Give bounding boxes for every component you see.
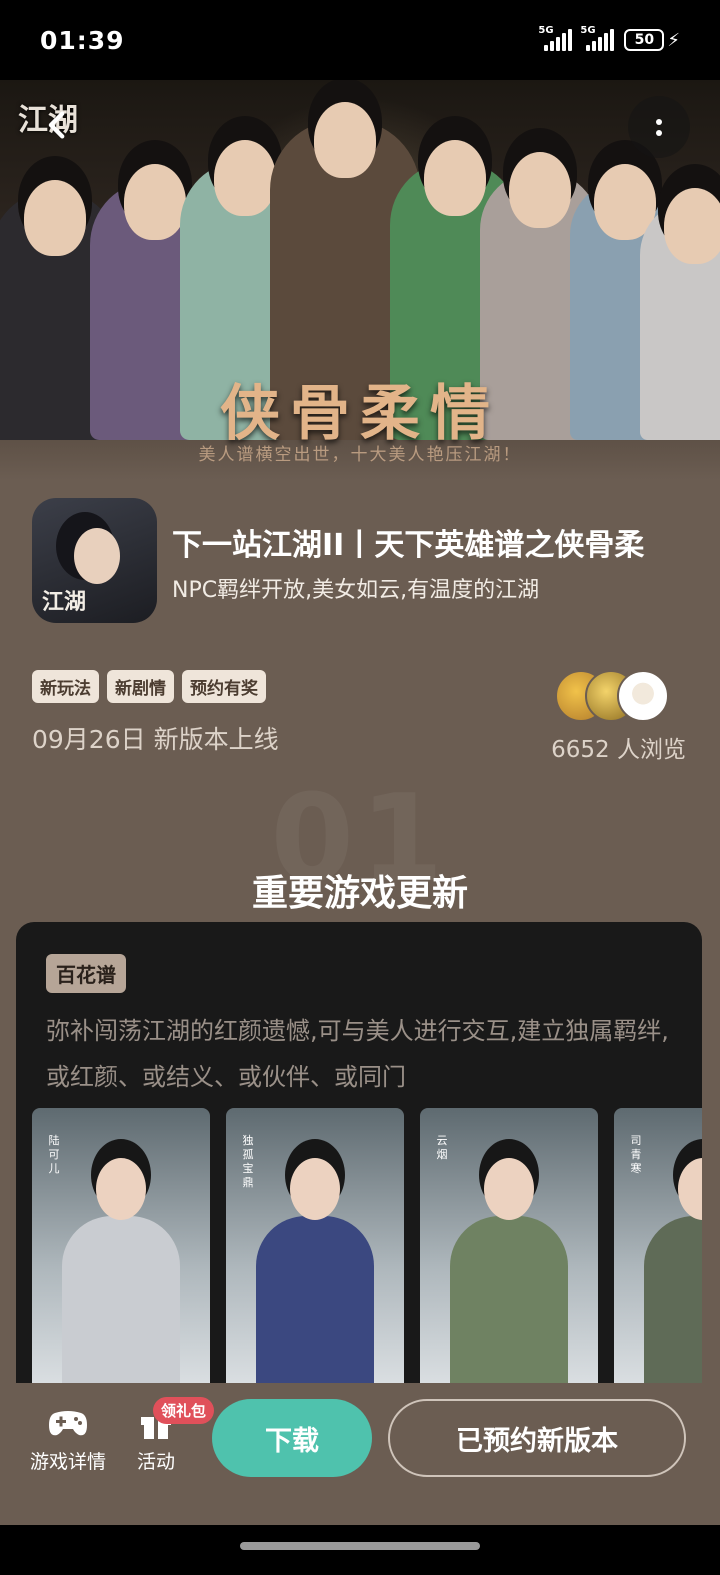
reserved-version-button[interactable]: 已预约新版本 (388, 1399, 686, 1477)
battery-level: 50 (624, 29, 665, 51)
game-app-icon: 江湖 (32, 498, 157, 623)
game-subtitle: NPC羁绊开放,美女如云,有温度的江湖 (172, 578, 540, 603)
game-details-button[interactable]: 游戏详情 (30, 1405, 106, 1474)
portrait-carousel[interactable]: 陆可儿 独孤宝鼎 云烟 司青寒 (32, 1108, 702, 1398)
section-title: 重要游戏更新 (251, 873, 468, 914)
portrait-head (484, 1158, 534, 1220)
download-button[interactable]: 下载 (212, 1399, 372, 1477)
status-time: 01:39 (40, 25, 125, 55)
back-button[interactable] (28, 95, 88, 155)
signal-icon: 5G (538, 25, 573, 51)
tag-chip: 新剧情 (107, 670, 174, 703)
portrait-name: 云烟 (436, 1134, 448, 1161)
page: 01:39 5G 5G 50 ⚡ 侠骨柔情 美人谱横空出世，十大美人艳压江湖！ … (0, 0, 720, 1575)
character-portrait[interactable]: 陆可儿 (32, 1108, 210, 1398)
gamepad-icon (49, 1411, 87, 1436)
portrait-figure (62, 1216, 180, 1398)
network-type-label: 5G (538, 25, 554, 36)
character-portrait[interactable]: 独孤宝鼎 (226, 1108, 404, 1398)
view-count: 6652 人浏览 (551, 737, 686, 763)
activity-label: 活动 (136, 1451, 175, 1473)
portrait-head (96, 1158, 146, 1220)
status-icons: 5G 5G 50 ⚡ (538, 25, 680, 51)
portrait-figure (644, 1216, 702, 1398)
back-arrow-icon (48, 111, 65, 139)
game-title: 下一站江湖II丨天下英雄谱之侠骨柔 (172, 528, 645, 563)
portrait-head (290, 1158, 340, 1220)
portrait-figure (450, 1216, 568, 1398)
game-details-label: 游戏详情 (30, 1451, 107, 1473)
battery-icon: 50 ⚡ (624, 29, 680, 51)
hero-calligraphy-title: 侠骨柔情 (220, 379, 500, 449)
tag-chip: 新玩法 (32, 670, 99, 703)
hero-caption: 美人谱横空出世，十大美人艳压江湖！ (198, 445, 522, 465)
signal-icon: 5G (580, 25, 615, 51)
release-date: 09月26日 新版本上线 (32, 725, 279, 754)
icon-character (74, 528, 120, 584)
portrait-name: 陆可儿 (48, 1134, 60, 1175)
viewer-avatars (555, 670, 675, 722)
gift-badge: 领礼包 (153, 1397, 215, 1424)
portrait-figure (256, 1216, 374, 1398)
gesture-bar[interactable] (240, 1542, 480, 1550)
tag-list: 新玩法 新剧情 预约有奖 (32, 670, 266, 703)
hero-banner: 侠骨柔情 美人谱横空出世，十大美人艳压江湖！ (0, 80, 720, 480)
more-button[interactable] (628, 96, 690, 158)
icon-logo-text: 江湖 (42, 589, 87, 615)
navigation-gesture-area (0, 1525, 720, 1575)
character-portrait[interactable]: 司青寒 (614, 1108, 702, 1398)
charging-icon: ⚡ (667, 29, 680, 51)
status-bar: 01:39 5G 5G 50 ⚡ (0, 0, 720, 80)
tag-chip: 预约有奖 (182, 670, 266, 703)
portrait-name: 独孤宝鼎 (242, 1134, 254, 1189)
portrait-name: 司青寒 (630, 1134, 642, 1175)
feature-chip: 百花谱 (46, 954, 126, 993)
avatar (617, 670, 669, 722)
bottom-action-bar: 游戏详情 活动 领礼包 下载 已预约新版本 (0, 1383, 720, 1525)
character-portrait[interactable]: 云烟 (420, 1108, 598, 1398)
portrait-head (678, 1158, 702, 1220)
network-type-label: 5G (580, 25, 596, 36)
feature-description: 弥补闯荡江湖的红颜遗憾,可与美人进行交互,建立独属羁绊,或红颜、或结义、或伙伴、… (46, 1017, 669, 1091)
